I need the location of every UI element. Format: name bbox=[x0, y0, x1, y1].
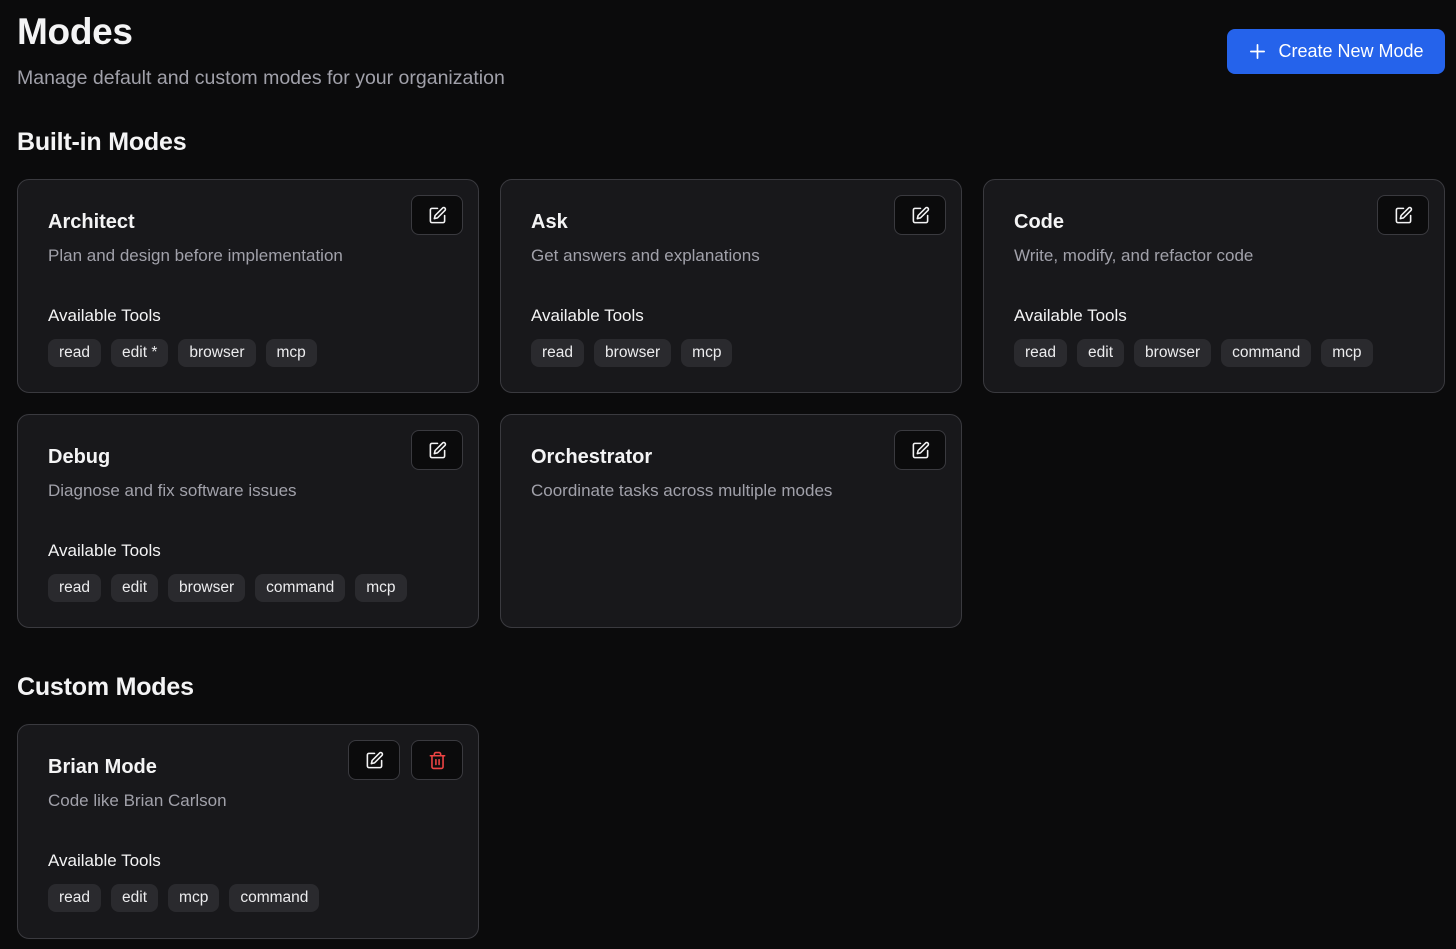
trash-icon bbox=[429, 751, 445, 769]
edit-mode-button[interactable] bbox=[411, 195, 463, 235]
tool-badge: mcp bbox=[1321, 339, 1373, 367]
tool-badge: mcp bbox=[265, 339, 317, 367]
mode-card: Orchestrator Coordinate tasks across mult… bbox=[500, 414, 962, 628]
tool-badge: read bbox=[48, 884, 102, 912]
custom-modes-heading: Custom Modes bbox=[17, 673, 194, 701]
mode-description: Write, modify, and refactor code bbox=[1014, 246, 1254, 265]
mode-description: Code like Brian Carlson bbox=[48, 791, 227, 810]
builtin-modes-grid: Architect Plan and design before implemen… bbox=[17, 179, 1445, 628]
custom-modes-grid: Brian Mode Code like Brian Carlson Availab… bbox=[17, 724, 1445, 939]
tool-badge: read bbox=[48, 339, 102, 367]
builtin-modes-heading: Built-in Modes bbox=[17, 128, 187, 156]
available-tools-label: Available Tools bbox=[48, 306, 161, 325]
tool-badge: command bbox=[1221, 339, 1312, 367]
tool-badge: command bbox=[255, 574, 346, 602]
edit-icon bbox=[366, 751, 383, 768]
edit-icon bbox=[912, 206, 929, 223]
tool-badge: read bbox=[531, 339, 585, 367]
create-new-mode-button[interactable]: Create New Mode bbox=[1227, 29, 1445, 74]
available-tools-label: Available Tools bbox=[48, 541, 161, 560]
page-header: Modes Manage default and custom modes fo… bbox=[17, 10, 505, 90]
edit-icon bbox=[429, 441, 446, 458]
mode-title: Code bbox=[1014, 211, 1064, 233]
tool-badge: browser bbox=[168, 574, 246, 602]
available-tools-label: Available Tools bbox=[1014, 306, 1127, 325]
edit-mode-button[interactable] bbox=[894, 195, 946, 235]
plus-icon bbox=[1250, 43, 1266, 60]
mode-title: Ask bbox=[531, 211, 568, 233]
tool-list: read edit browser command mcp bbox=[1014, 339, 1414, 367]
mode-card: Architect Plan and design before implemen… bbox=[17, 179, 479, 393]
mode-card: Ask Get answers and explanations Available… bbox=[500, 179, 962, 393]
tool-badge: browser bbox=[594, 339, 672, 367]
tool-badge: read bbox=[48, 574, 102, 602]
mode-card: Brian Mode Code like Brian Carlson Availab… bbox=[17, 724, 479, 939]
tool-list: read edit mcp command bbox=[48, 884, 448, 912]
tool-badge: read bbox=[1014, 339, 1068, 367]
page-title: Modes bbox=[17, 11, 133, 52]
tool-badge: edit bbox=[111, 884, 159, 912]
mode-card: Code Write, modify, and refactor code Avai… bbox=[983, 179, 1445, 393]
mode-title: Architect bbox=[48, 211, 135, 233]
delete-mode-button[interactable] bbox=[411, 740, 463, 780]
tool-badge: mcp bbox=[168, 884, 220, 912]
tool-badge: browser bbox=[178, 339, 256, 367]
tool-badge: edit * bbox=[111, 339, 169, 367]
edit-mode-button[interactable] bbox=[894, 430, 946, 470]
tool-list: read edit * browser mcp bbox=[48, 339, 448, 367]
mode-card: Debug Diagnose and fix software issues Ava… bbox=[17, 414, 479, 628]
tool-badge: mcp bbox=[681, 339, 733, 367]
tool-badge: command bbox=[229, 884, 320, 912]
tool-list: read browser mcp bbox=[531, 339, 931, 367]
tool-badge: browser bbox=[1134, 339, 1212, 367]
edit-mode-button[interactable] bbox=[1377, 195, 1429, 235]
edit-mode-button[interactable] bbox=[348, 740, 400, 780]
mode-description: Get answers and explanations bbox=[531, 246, 760, 265]
mode-description: Coordinate tasks across multiple modes bbox=[531, 481, 833, 500]
page-subtitle: Manage default and custom modes for your… bbox=[17, 67, 505, 89]
tool-badge: edit bbox=[111, 574, 159, 602]
edit-icon bbox=[912, 441, 929, 458]
create-new-mode-label: Create New Mode bbox=[1278, 41, 1424, 61]
mode-title: Orchestrator bbox=[531, 446, 653, 468]
tool-list: read edit browser command mcp bbox=[48, 574, 448, 602]
available-tools-label: Available Tools bbox=[48, 851, 161, 870]
tool-badge: mcp bbox=[355, 574, 407, 602]
edit-icon bbox=[429, 206, 446, 223]
edit-icon bbox=[1395, 206, 1412, 223]
mode-description: Diagnose and fix software issues bbox=[48, 481, 297, 500]
tool-badge: edit bbox=[1077, 339, 1125, 367]
mode-title: Debug bbox=[48, 446, 111, 468]
mode-description: Plan and design before implementation bbox=[48, 246, 343, 265]
available-tools-label: Available Tools bbox=[531, 306, 644, 325]
edit-mode-button[interactable] bbox=[411, 430, 463, 470]
